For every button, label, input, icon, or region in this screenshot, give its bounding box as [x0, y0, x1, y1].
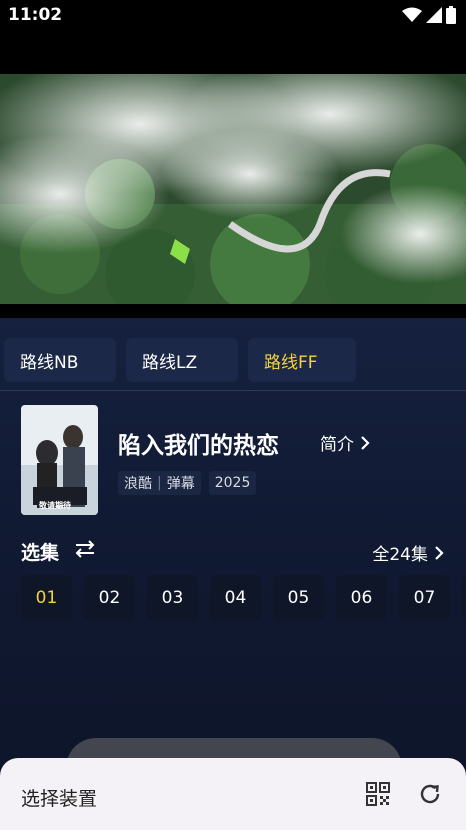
- video-frame[interactable]: [0, 74, 466, 304]
- episode-item[interactable]: 06: [336, 575, 387, 621]
- episode-item[interactable]: 07: [399, 575, 450, 621]
- tag-source-danmaku: 浪酷 | 弹幕: [118, 471, 201, 495]
- route-tab-lz[interactable]: 路线LZ: [126, 338, 238, 382]
- show-title: 陷入我们的热恋: [118, 433, 279, 459]
- tag-year: 2025: [208, 471, 257, 495]
- status-bar: 11:02: [0, 0, 466, 32]
- intro-button[interactable]: 简介: [320, 430, 370, 455]
- show-poster[interactable]: 敬请期待: [21, 405, 98, 515]
- signal-icon: [426, 7, 442, 23]
- poster-caption: 敬请期待: [39, 501, 71, 510]
- total-episodes-label: 全24集: [372, 545, 428, 565]
- episode-select-label: 选集: [21, 542, 60, 564]
- tag-source: 浪酷: [124, 476, 152, 492]
- tag-separator: |: [157, 475, 162, 491]
- episode-item-partial[interactable]: [462, 575, 466, 621]
- chevron-right-icon: [361, 435, 370, 450]
- divider: [0, 390, 466, 391]
- route-tabs: 路线NB 路线LZ 路线FF: [4, 338, 356, 382]
- episode-item[interactable]: 02: [84, 575, 135, 621]
- route-tab-nb[interactable]: 路线NB: [4, 338, 116, 382]
- qr-code-icon[interactable]: [366, 782, 390, 806]
- video-still-image: [0, 74, 466, 304]
- intro-label: 简介: [320, 435, 354, 455]
- episode-item[interactable]: 05: [273, 575, 324, 621]
- sheet-title: 选择装置: [21, 788, 98, 810]
- refresh-icon[interactable]: [418, 782, 442, 806]
- swap-order-icon[interactable]: [74, 540, 96, 558]
- device-select-sheet: 选择装置: [0, 758, 466, 830]
- battery-icon: [446, 6, 456, 24]
- episode-item[interactable]: 03: [147, 575, 198, 621]
- video-player[interactable]: [0, 32, 466, 318]
- all-episodes-button[interactable]: 全24集: [372, 540, 444, 565]
- route-tab-ff[interactable]: 路线FF: [248, 338, 356, 382]
- tag-danmaku: 弹幕: [166, 476, 195, 492]
- episode-item[interactable]: 04: [210, 575, 261, 621]
- status-icons: [402, 6, 456, 24]
- chevron-right-icon: [435, 545, 444, 560]
- tag-list: 浪酷 | 弹幕 2025: [118, 471, 257, 495]
- wifi-icon: [402, 7, 422, 22]
- episode-item[interactable]: 01: [21, 575, 72, 621]
- poster-image: [21, 405, 98, 515]
- episode-list[interactable]: 01 02 03 04 05 06 07: [21, 575, 466, 621]
- status-time: 11:02: [8, 5, 63, 25]
